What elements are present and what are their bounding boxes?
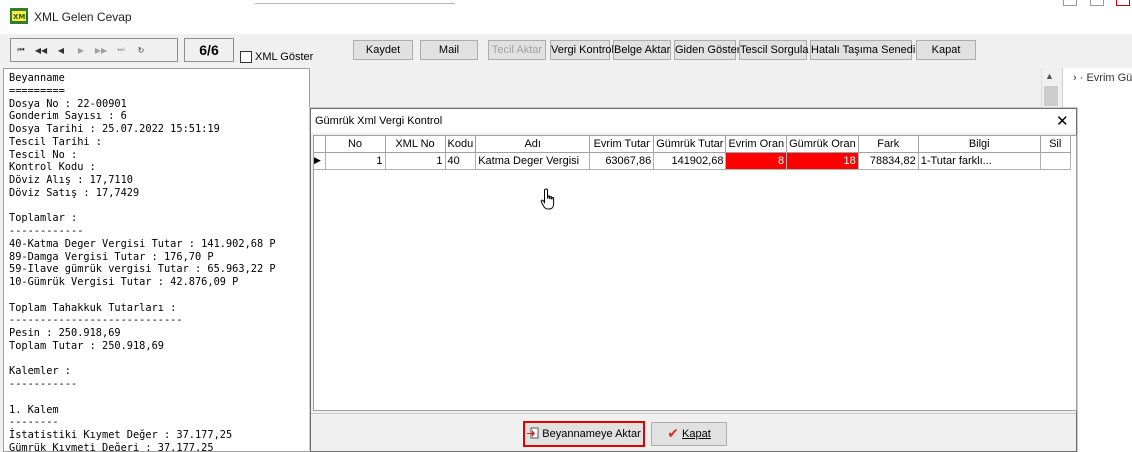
last-record-icon[interactable]: ⏭ xyxy=(111,41,131,59)
kapat-toolbar-button[interactable]: Kapat xyxy=(916,40,976,60)
beyannameye-aktar-label: Beyannameye Aktar xyxy=(542,428,641,440)
cell-sil[interactable] xyxy=(1040,152,1071,170)
xml-goster-label: XML Göster xyxy=(255,51,314,63)
cell-kodu[interactable]: 40 xyxy=(445,152,477,170)
column-header-evrim-tutar[interactable]: Evrim Tutar xyxy=(589,136,655,153)
app-xml-icon: XML xyxy=(10,8,28,24)
navigator: ⏮ ◀◀ ◀ ▶ ▶▶ ⏭ ↻ xyxy=(10,38,178,62)
column-header-kodu[interactable]: Kodu xyxy=(445,136,477,153)
column-header-gumruk-tutar[interactable]: Gümrük Tutar xyxy=(653,136,727,153)
cell-gumruk-tutar[interactable]: 141902,68 xyxy=(653,152,727,170)
column-header-adi[interactable]: Adı xyxy=(475,136,591,153)
column-header-fark[interactable]: Fark xyxy=(858,136,919,153)
scroll-up-icon[interactable]: ▲ xyxy=(1045,71,1054,81)
mail-button[interactable]: Mail xyxy=(420,40,478,60)
kaydet-button[interactable]: Kaydet xyxy=(353,40,413,60)
maximize-icon[interactable] xyxy=(1090,0,1104,6)
cell-gumruk-oran[interactable]: 18 xyxy=(786,152,859,170)
close-window-icon[interactable] xyxy=(1116,0,1130,6)
dialog-title: Gümrük Xml Vergi Kontrol xyxy=(315,115,443,127)
scroll-thumb[interactable] xyxy=(1044,86,1058,106)
next-page-icon[interactable]: ▶▶ xyxy=(91,41,111,59)
dialog-title-bar: Gümrük Xml Vergi Kontrol ✕ xyxy=(311,109,1076,133)
cell-no[interactable]: 1 xyxy=(325,152,386,170)
cell-xml-no[interactable]: 1 xyxy=(385,152,446,170)
next-record-icon[interactable]: ▶ xyxy=(71,41,91,59)
first-record-icon[interactable]: ⏮ xyxy=(11,41,31,59)
beyanname-text-pane[interactable]: Beyanname ========= Dosya No : 22-00901 … xyxy=(3,68,310,452)
vergi-kontrol-button[interactable]: Vergi Kontrol xyxy=(550,40,614,60)
beyanname-text: Beyanname ========= Dosya No : 22-00901 … xyxy=(9,72,276,452)
beyannameye-aktar-button[interactable]: Beyannameye Aktar xyxy=(523,421,645,447)
vergi-grid[interactable]: No XML No Kodu Adı Evrim Tutar Gümrük Tu… xyxy=(313,135,1077,411)
kapat-dialog-label: Kapat xyxy=(682,428,711,440)
refresh-icon[interactable]: ↻ xyxy=(131,41,151,59)
checkmark-icon: ✔ xyxy=(667,426,679,442)
prev-record-icon[interactable]: ◀ xyxy=(51,41,71,59)
document-transfer-icon xyxy=(527,427,539,439)
column-header-xml-no[interactable]: XML No xyxy=(385,136,446,153)
column-header-sil[interactable]: Sil xyxy=(1040,136,1071,153)
column-header-bilgi[interactable]: Bilgi xyxy=(918,136,1041,153)
right-panel-label[interactable]: › · Evrim Gü xyxy=(1073,72,1132,84)
giden-goster-button[interactable]: Giden Göster xyxy=(674,40,740,60)
close-icon[interactable]: ✕ xyxy=(1056,112,1069,130)
cell-fark[interactable]: 78834,82 xyxy=(858,152,919,170)
window-title: XML Gelen Cevap xyxy=(34,10,132,24)
cell-bilgi[interactable]: 1-Tutar farklı... xyxy=(918,152,1041,170)
hand-cursor-icon xyxy=(540,188,555,210)
background-window-edge xyxy=(255,0,455,4)
cell-evrim-tutar[interactable]: 63067,86 xyxy=(589,152,655,170)
tescil-sorgula-button[interactable]: Tescil Sorgula xyxy=(739,40,808,60)
table-row[interactable]: ▶ 1 1 40 Katma Deger Vergisi 63067,86 14… xyxy=(314,152,1071,170)
tecil-aktar-button[interactable]: Tecil Aktar xyxy=(488,40,546,60)
prev-page-icon[interactable]: ◀◀ xyxy=(31,41,51,59)
hatali-tasima-senedi-button[interactable]: Hatalı Taşıma Senedi xyxy=(810,40,915,60)
xml-goster-checkbox[interactable] xyxy=(240,51,252,63)
cell-evrim-oran[interactable]: 8 xyxy=(725,152,788,170)
window-title-bar: XML XML Gelen Cevap xyxy=(0,0,1132,34)
table-header: No XML No Kodu Adı Evrim Tutar Gümrük Tu… xyxy=(314,136,1071,153)
vergi-kontrol-dialog: Gümrük Xml Vergi Kontrol ✕ No XML No Kod… xyxy=(310,108,1077,452)
column-header-evrim-oran[interactable]: Evrim Oran xyxy=(725,136,788,153)
cell-adi[interactable]: Katma Deger Vergisi xyxy=(475,152,591,170)
page-indicator: 6/6 xyxy=(184,38,234,62)
svg-text:XML: XML xyxy=(13,13,28,21)
current-row-icon: ▶ xyxy=(314,152,326,170)
minimize-icon[interactable] xyxy=(1063,0,1077,6)
column-header-no[interactable]: No xyxy=(325,136,386,153)
vergi-table: No XML No Kodu Adı Evrim Tutar Gümrük Tu… xyxy=(314,136,1071,170)
belge-aktar-button[interactable]: Belge Aktar xyxy=(613,40,671,60)
dialog-button-bar: Beyannameye Aktar ✔ Kapat xyxy=(311,413,1076,451)
column-header-gumruk-oran[interactable]: Gümrük Oran xyxy=(786,136,859,153)
kapat-dialog-button[interactable]: ✔ Kapat xyxy=(651,422,727,446)
row-indicator-header xyxy=(314,136,326,153)
